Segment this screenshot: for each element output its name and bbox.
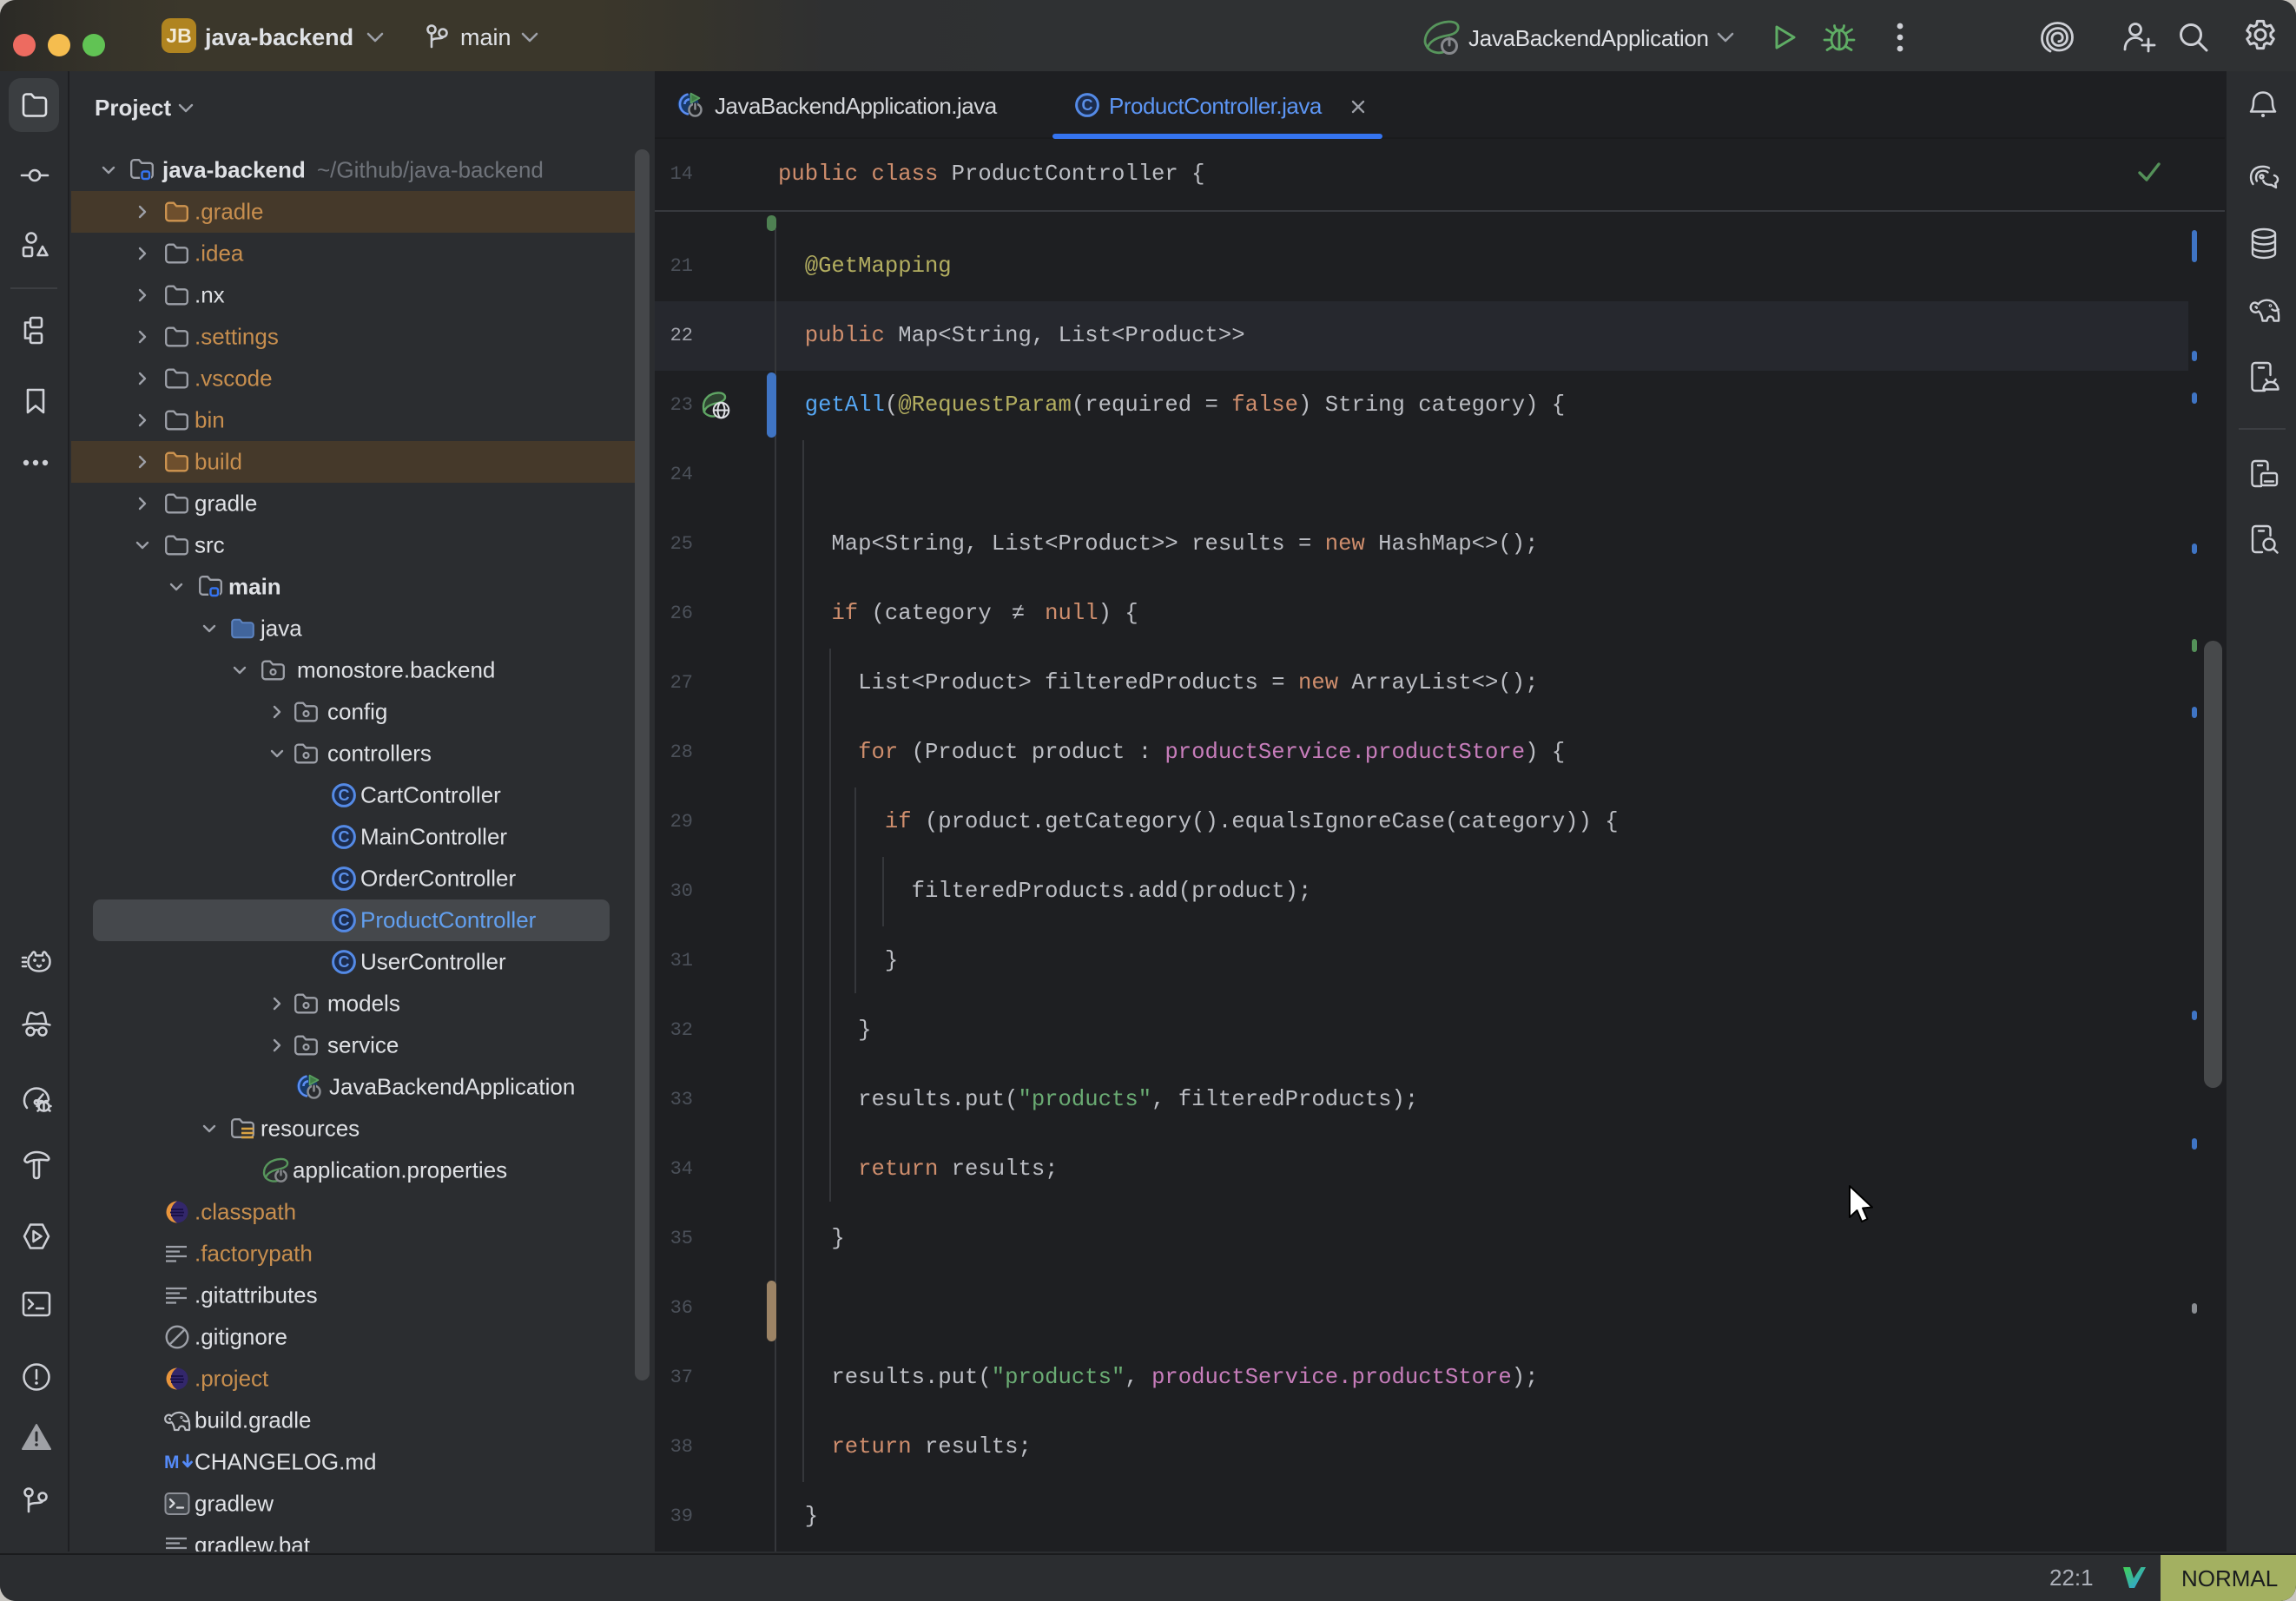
svg-text:C: C	[339, 828, 350, 846]
svg-text:M: M	[164, 1453, 180, 1473]
svg-text:C: C	[339, 787, 350, 804]
svg-text:C: C	[1082, 96, 1093, 114]
svg-text:C: C	[339, 953, 350, 971]
svg-text:C: C	[339, 912, 350, 929]
svg-text:C: C	[339, 870, 350, 887]
